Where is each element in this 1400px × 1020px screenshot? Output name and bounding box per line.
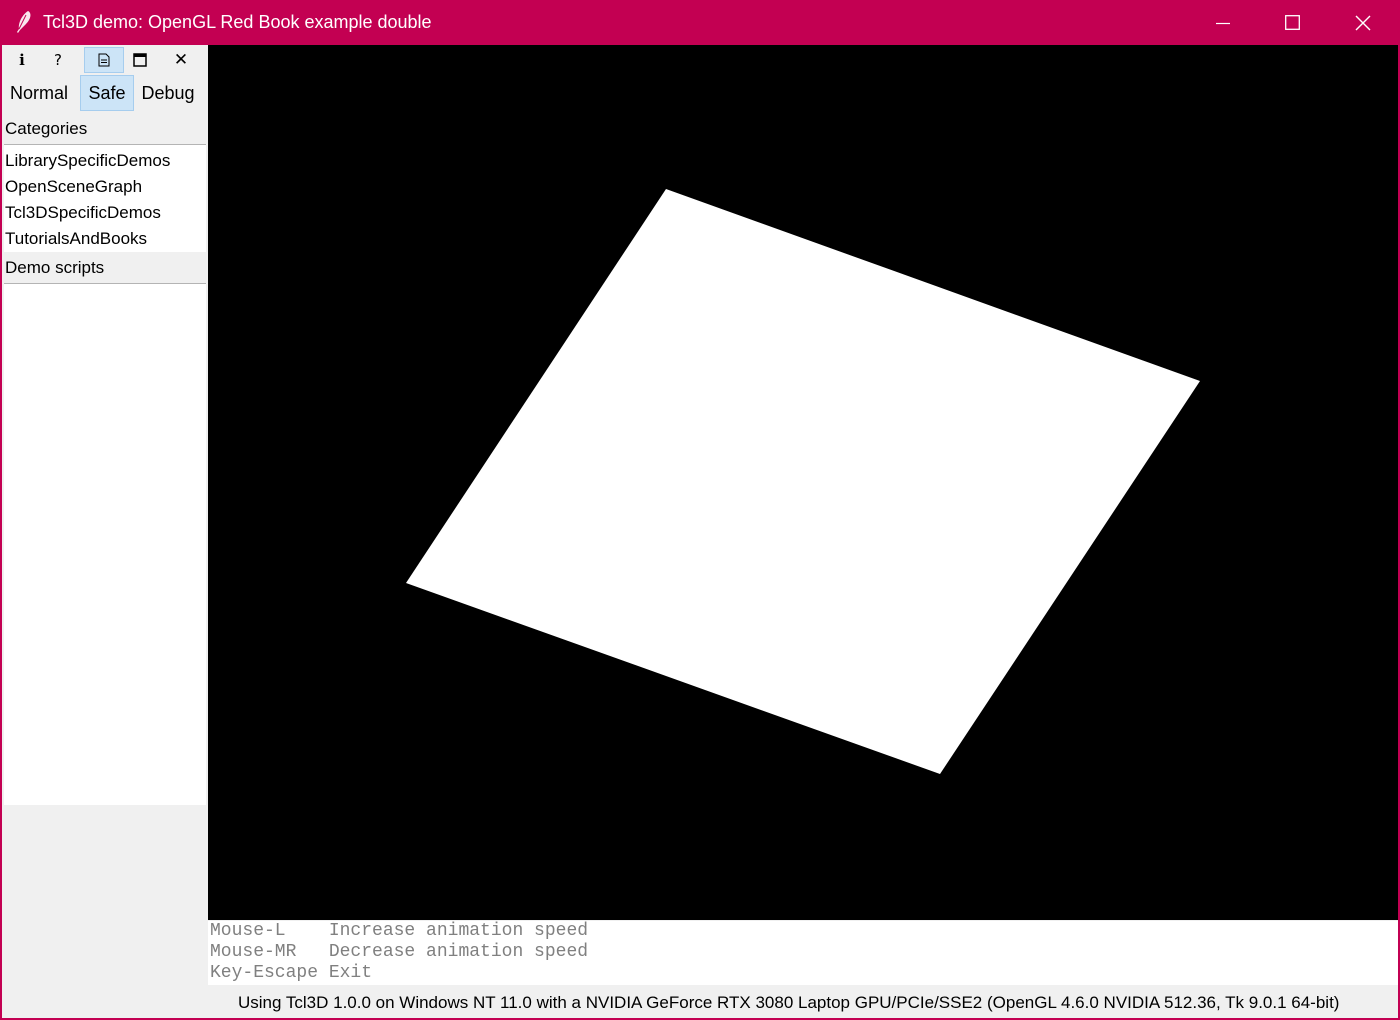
demo-scripts-list[interactable] xyxy=(4,283,206,805)
maximize-button[interactable] xyxy=(1257,0,1327,45)
mode-debug-button[interactable]: Debug xyxy=(138,75,198,111)
rotating-square xyxy=(406,189,1200,774)
mode-normal-button[interactable]: Normal xyxy=(6,75,72,111)
client-area: i ? ✕ Normal Safe Debug Categories Libra… xyxy=(2,45,1398,1018)
window-icon xyxy=(133,53,147,67)
mode-safe-label: Safe xyxy=(88,82,126,103)
help-button[interactable]: ? xyxy=(38,47,78,73)
help-line: Key-Escape Exit xyxy=(210,963,373,983)
title-bar[interactable]: Tcl3D demo: OpenGL Red Book example doub… xyxy=(0,0,1400,45)
opengl-canvas[interactable] xyxy=(208,45,1398,920)
window-title: Tcl3D demo: OpenGL Red Book example doub… xyxy=(43,12,432,32)
status-bar: Using Tcl3D 1.0.0 on Windows NT 11.0 wit… xyxy=(2,988,1398,1018)
help-line: Mouse-L Increase animation speed xyxy=(210,921,589,941)
help-icon: ? xyxy=(54,51,62,69)
list-item[interactable]: Tcl3DSpecificDemos xyxy=(4,200,206,226)
list-item[interactable]: OpenSceneGraph xyxy=(4,174,206,200)
feather-icon xyxy=(17,11,31,33)
close-icon xyxy=(1355,15,1371,30)
app-window: Tcl3D demo: OpenGL Red Book example doub… xyxy=(0,0,1400,1020)
maximize-icon xyxy=(1284,15,1300,30)
window-close-button[interactable] xyxy=(1328,0,1398,45)
document-icon xyxy=(98,53,110,67)
categories-label: Categories xyxy=(5,119,88,138)
exit-button[interactable]: ✕ xyxy=(161,47,201,73)
info-button[interactable]: i xyxy=(2,47,42,73)
opengl-scene xyxy=(406,189,1200,774)
status-text: Using Tcl3D 1.0.0 on Windows NT 11.0 wit… xyxy=(238,993,1340,1012)
window-button[interactable] xyxy=(120,47,160,73)
mode-normal-label: Normal xyxy=(9,82,68,103)
demo-scripts-label: Demo scripts xyxy=(5,258,105,277)
close-icon: ✕ xyxy=(173,50,189,70)
document-button[interactable] xyxy=(84,47,124,73)
help-text: Mouse-L Increase animation speed Mouse-MR… xyxy=(208,921,1398,985)
left-panel: i ? ✕ Normal Safe Debug Categories Libra… xyxy=(2,45,208,985)
minimize-button[interactable] xyxy=(1188,0,1258,45)
mode-debug-label: Debug xyxy=(141,82,195,103)
minimize-icon xyxy=(1216,22,1230,24)
mode-safe-button[interactable]: Safe xyxy=(80,75,134,111)
list-item[interactable]: LibrarySpecificDemos xyxy=(4,148,206,174)
info-icon: i xyxy=(19,51,25,69)
help-line: Mouse-MR Decrease animation speed xyxy=(210,942,589,962)
list-item[interactable]: TutorialsAndBooks xyxy=(4,226,206,252)
categories-list[interactable]: LibrarySpecificDemos OpenSceneGraph Tcl3… xyxy=(4,144,206,252)
